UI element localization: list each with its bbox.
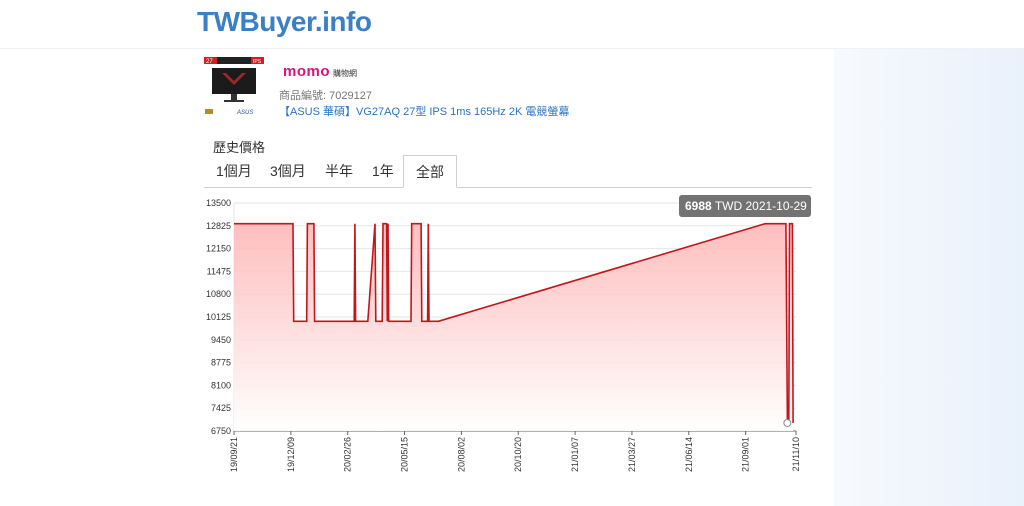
x-tick-label: 21/03/27: [627, 437, 637, 472]
tab-3-months[interactable]: 3個月: [258, 155, 318, 187]
x-tick-label: 21/01/07: [570, 437, 580, 472]
tab-1-year[interactable]: 1年: [360, 155, 406, 187]
range-tabs: 1個月 3個月 半年 1年 全部: [204, 155, 812, 188]
store-logo[interactable]: momo 購物網: [283, 63, 357, 80]
x-tick-label: 20/08/02: [456, 437, 466, 472]
y-tick-label: 6750: [211, 426, 231, 436]
thumb-badge-size: 27: [206, 59, 213, 65]
tooltip-text: 6988 TWD 2021-10-29: [685, 199, 807, 213]
site-header: TWBuyer.info: [0, 0, 1024, 49]
thumb-brand: ASUS: [236, 110, 253, 116]
x-tick-label: 20/10/20: [513, 437, 523, 472]
tab-all[interactable]: 全部: [403, 155, 457, 188]
y-tick-label: 11475: [207, 266, 231, 276]
y-tick-label: 8100: [211, 380, 231, 390]
y-tick-label: 8775: [211, 358, 231, 368]
tab-1-month[interactable]: 1個月: [204, 155, 264, 187]
y-tick-label: 13500: [206, 198, 231, 208]
y-tick-label: 9450: [211, 335, 231, 345]
tab-half-year[interactable]: 半年: [313, 155, 365, 187]
y-tick-label: 10800: [206, 289, 231, 299]
product-title-link[interactable]: 【ASUS 華碩】VG27AQ 27型 IPS 1ms 165Hz 2K 電競螢…: [279, 103, 569, 119]
x-tick-label: 20/02/26: [343, 437, 353, 472]
y-tick-label: 12825: [206, 221, 231, 231]
site-logo[interactable]: TWBuyer.info: [197, 6, 372, 38]
y-tick-label: 12150: [206, 244, 231, 254]
x-tick-label: 21/06/14: [684, 437, 694, 472]
y-tick-label: 7425: [211, 403, 231, 413]
product-thumbnail[interactable]: 27 IPS ASUS: [204, 57, 264, 117]
x-tick-label: 21/11/10: [791, 437, 801, 471]
x-tick-label: 20/05/15: [400, 437, 410, 472]
thumb-badge-panel: IPS: [253, 59, 262, 65]
hover-point-marker: [783, 418, 792, 427]
price-history-title: 歷史價格: [213, 140, 266, 155]
product-id: 商品編號: 7029127: [279, 90, 372, 102]
price-history-chart[interactable]: 13500 12825 12150 11475 10800 10125 9450 8775 81…: [182, 190, 834, 506]
x-tick-label: 19/09/21: [229, 437, 239, 472]
tooltip-value: 6988: [685, 199, 712, 213]
store-name: momo: [283, 63, 330, 80]
y-tick-label: 10125: [206, 312, 231, 322]
x-tick-label: 21/09/01: [741, 437, 751, 472]
store-subtitle: 購物網: [333, 69, 357, 78]
tooltip-unit-date: TWD 2021-10-29: [712, 199, 807, 213]
x-tick-label: 19/12/09: [286, 437, 296, 472]
price-area: [234, 223, 794, 431]
